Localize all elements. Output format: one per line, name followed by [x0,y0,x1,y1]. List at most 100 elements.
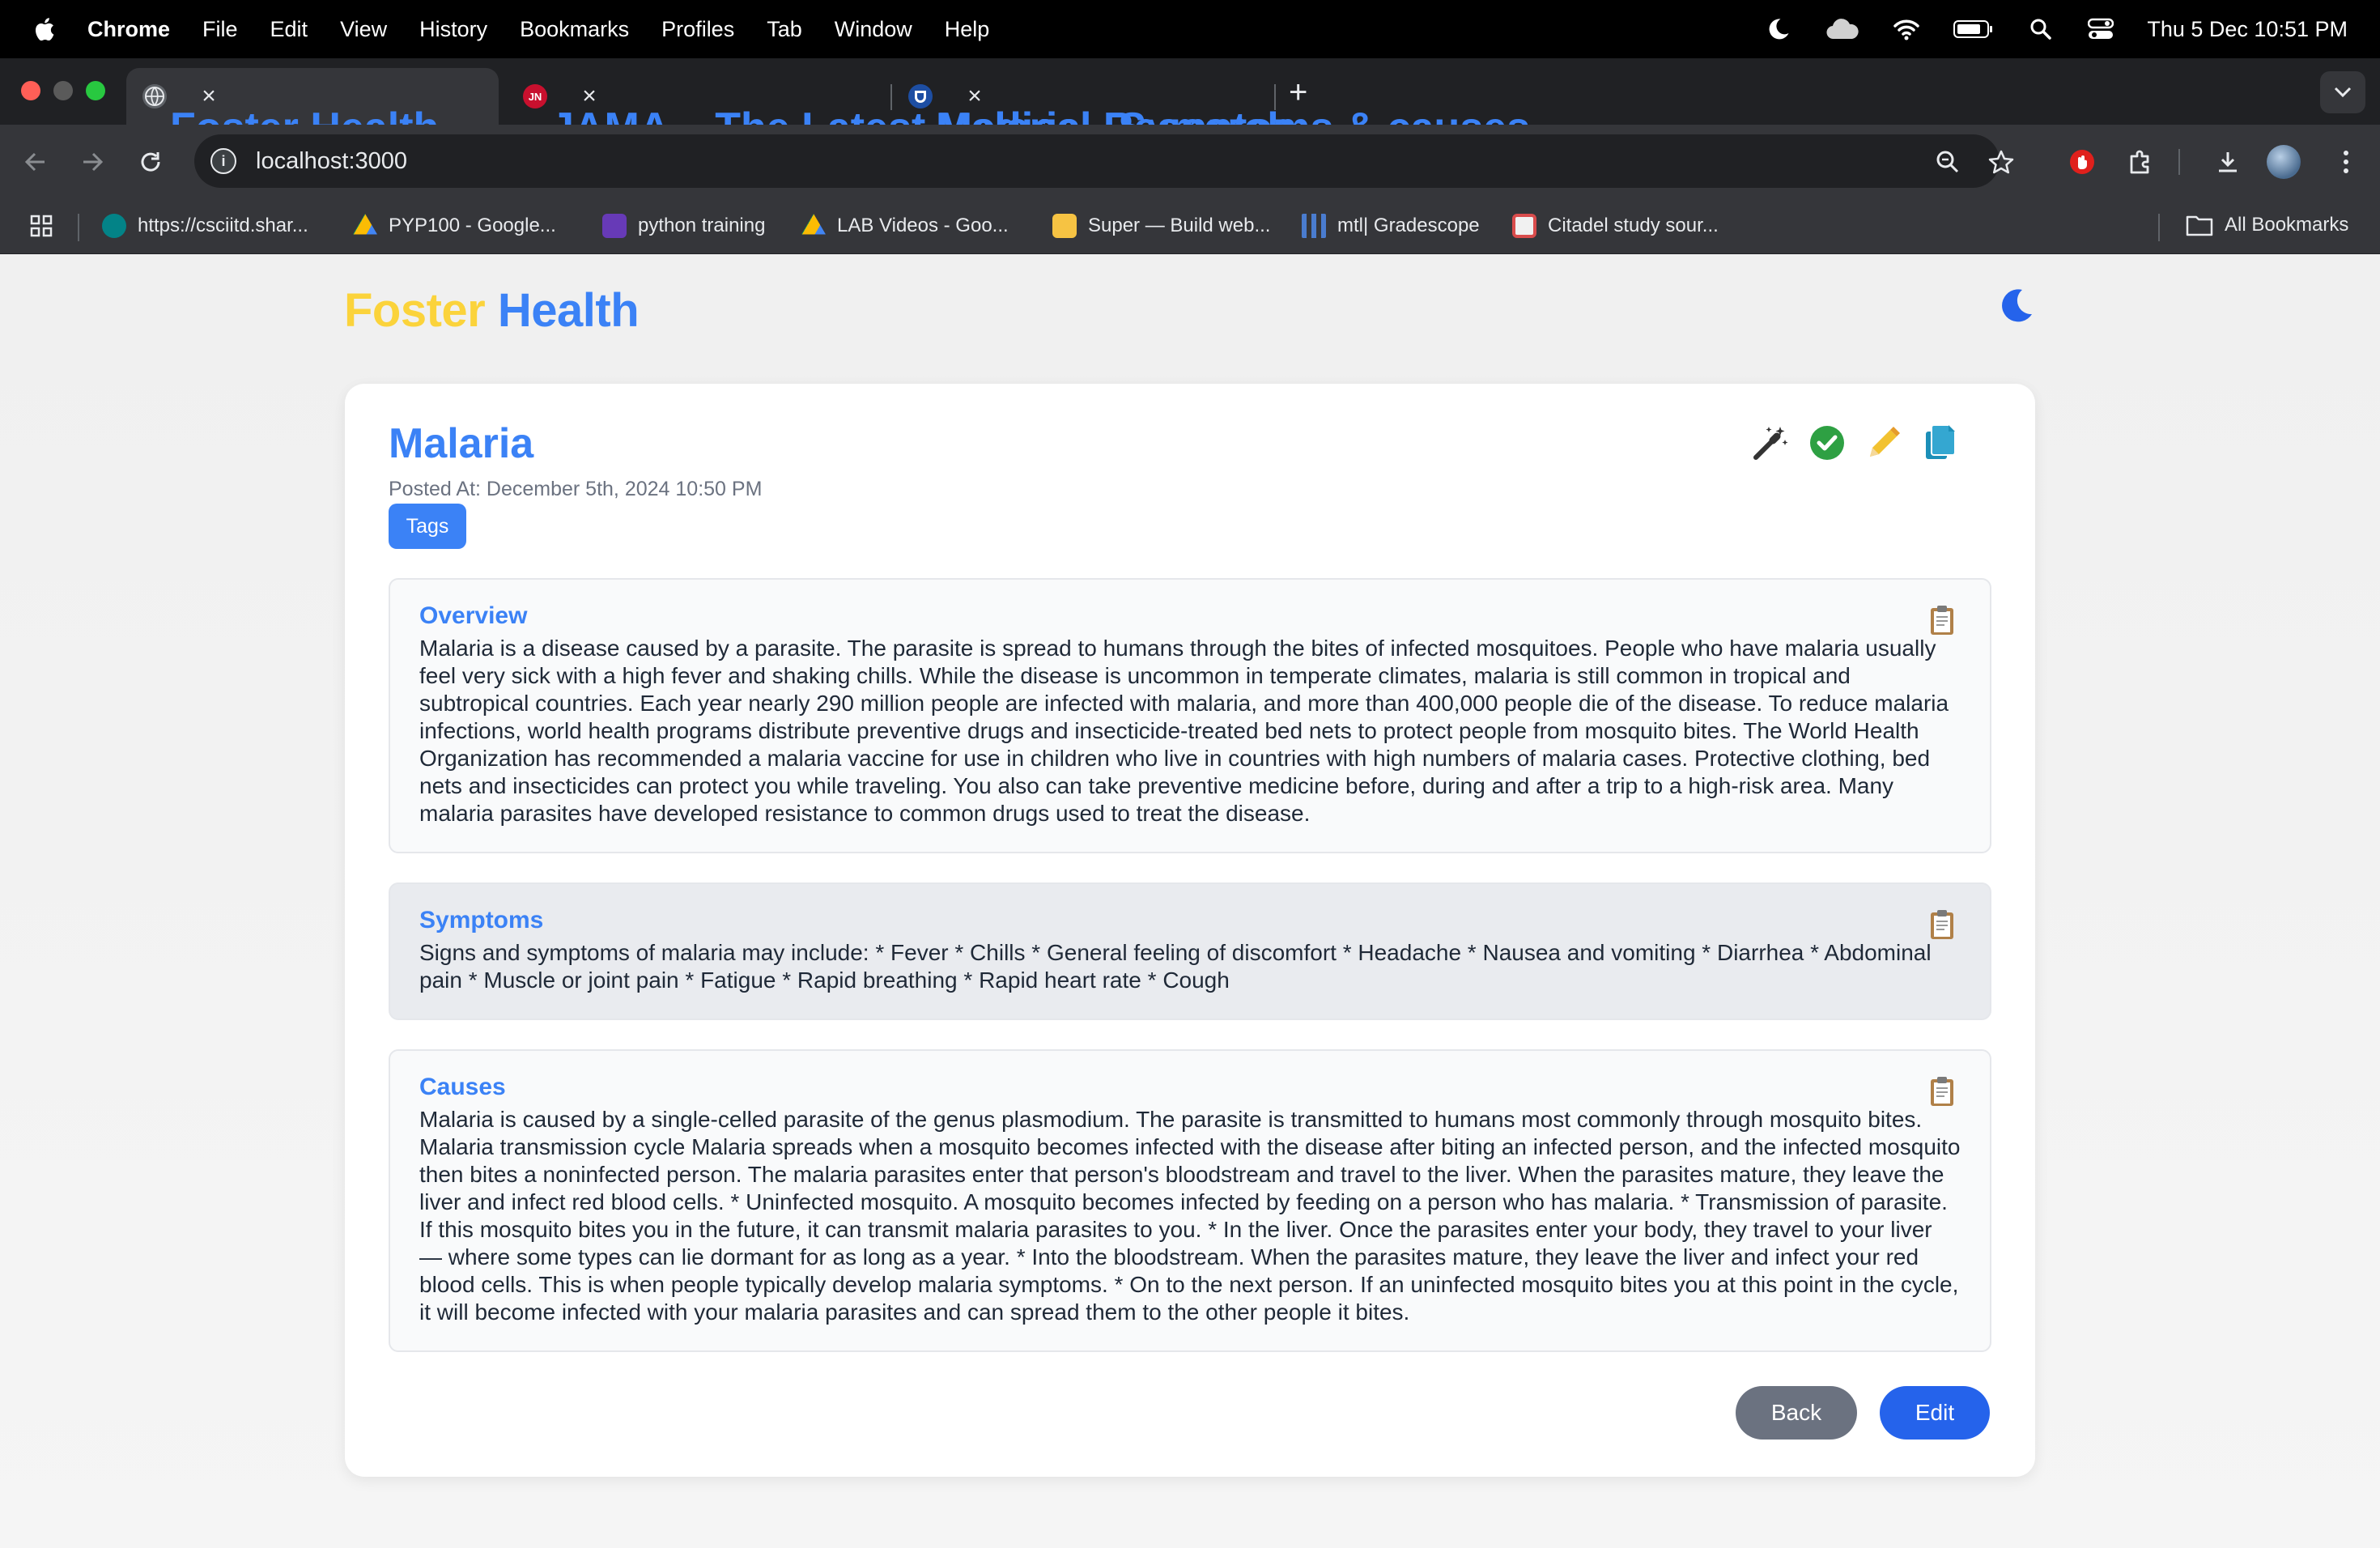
citadel-icon [1512,214,1536,238]
bookmark-csciitd[interactable]: https://csciitd.shar... [102,214,308,238]
tab-separator [1274,84,1276,110]
clipboard-icon[interactable] [1928,908,1956,941]
bookmark-gradescope[interactable]: mtl| Gradescope [1302,214,1480,238]
tab-strip: Foster Health × JN JAMA – The Latest Med… [0,58,2380,151]
menu-edit[interactable]: Edit [270,17,308,42]
tab-jama[interactable]: JN JAMA – The Latest Medical Research × [507,68,1293,151]
menu-help[interactable]: Help [945,17,990,42]
google-forms-icon [602,214,627,238]
edit-pencil-icon[interactable] [1864,423,1904,463]
google-drive-icon [801,214,826,235]
bookmark-python-training[interactable]: python training [602,214,765,238]
posted-at: Posted At: December 5th, 2024 10:50 PM [389,478,763,500]
section-heading: Overview [419,602,528,629]
control-center-icon[interactable] [2087,15,2114,43]
tab-search-chevron-icon[interactable] [2320,71,2365,113]
brand-logo[interactable]: Foster Health [344,283,640,338]
brand-first-word: Foster [344,284,486,337]
google-drive-icon [353,214,377,235]
menu-profiles[interactable]: Profiles [661,17,734,42]
mayo-clinic-favicon-icon [908,84,933,108]
web-page: Foster Health Malaria Posted At: Decembe… [0,254,2380,1548]
super-lightning-icon [1052,214,1077,238]
all-bookmarks[interactable]: All Bookmarks [2186,214,2348,236]
magic-wand-icon[interactable] [1750,423,1791,463]
extension-ad-blocker-icon[interactable] [2068,147,2097,176]
bookmark-label: python training [638,215,766,236]
post-title: Malaria [389,420,534,467]
apps-grid-icon[interactable] [29,214,53,238]
brand-second-word: Health [497,284,640,337]
bookmark-label: Super — Build web... [1088,215,1271,236]
bookmarks-bar: https://csciitd.shar... PYP100 - Google.… [0,199,2380,254]
sharepoint-icon [102,214,126,238]
verify-check-icon[interactable] [1807,423,1847,463]
download-icon[interactable] [2213,147,2242,176]
section-heading: Symptoms [419,907,544,933]
new-tab-plus-icon[interactable]: + [1289,76,1307,108]
apple-logo-icon[interactable] [32,15,55,43]
reload-icon[interactable] [136,147,165,176]
address-bar[interactable]: i localhost:3000 [194,134,2000,188]
bookmark-label: mtl| Gradescope [1337,215,1480,236]
bookmark-pyp100[interactable]: PYP100 - Google... [353,214,556,238]
tab-malaria-mayo[interactable]: Malaria - Symptoms & causes × [892,68,1530,151]
folder-icon [2186,215,2213,236]
bookmarks-separator [78,214,79,241]
bookmark-lab-videos[interactable]: LAB Videos - Goo... [801,214,1009,238]
back-arrow-icon[interactable] [21,147,50,176]
tags-button[interactable]: Tags [389,504,466,549]
window-close-button[interactable] [21,81,40,100]
edit-button[interactable]: Edit [1880,1386,1990,1440]
icloud-icon[interactable] [1825,15,1860,43]
zoom-magnifier-icon[interactable] [1933,147,1962,176]
chrome-menu-kebab-icon[interactable] [2331,147,2361,176]
toolbar-divider [2178,147,2181,176]
post-card: Malaria Posted At: December 5th, 2024 10… [345,384,2035,1477]
spotlight-search-icon[interactable] [2027,15,2055,43]
section-body: Malaria is a disease caused by a parasit… [419,636,1949,826]
section-body: Malaria is caused by a single-celled par… [419,1107,1961,1325]
address-url: localhost:3000 [256,147,408,174]
bookmark-label: PYP100 - Google... [389,215,556,236]
window-minimize-button[interactable] [53,81,73,100]
bookmark-citadel[interactable]: Citadel study sour... [1512,214,1719,238]
focus-moon-icon[interactable] [1765,15,1792,43]
bookmark-label: LAB Videos - Goo... [837,215,1009,236]
profile-avatar-icon[interactable] [2267,145,2301,179]
tab-foster-health[interactable]: Foster Health × [126,68,499,151]
copy-document-icon[interactable] [1920,423,1961,463]
section-heading: Causes [419,1074,506,1100]
menu-view[interactable]: View [340,17,387,42]
section-overview: Overview Malaria is a disease caused by … [389,578,1991,853]
bookmark-label: Citadel study sour... [1548,215,1719,236]
section-causes: Causes Malaria is caused by a single-cel… [389,1049,1991,1352]
clipboard-icon[interactable] [1928,1075,1956,1108]
globe-icon [142,84,167,108]
clipboard-icon[interactable] [1928,604,1956,636]
dark-mode-moon-icon[interactable] [1998,287,2035,324]
forward-arrow-icon[interactable] [78,147,107,176]
bookmark-super[interactable]: Super — Build web... [1052,214,1270,238]
menu-window[interactable]: Window [835,17,912,42]
site-info-icon[interactable]: i [210,148,236,174]
menu-history[interactable]: History [419,17,487,42]
menu-tab[interactable]: Tab [767,17,802,42]
menu-app-name[interactable]: Chrome [87,17,170,42]
gradescope-bars-icon [1302,214,1326,238]
bookmarks-separator [2158,214,2160,241]
menu-bookmarks[interactable]: Bookmarks [520,17,629,42]
macos-menu-bar: Chrome File Edit View History Bookmarks … [0,0,2380,58]
back-button[interactable]: Back [1736,1386,1857,1440]
wifi-icon[interactable] [1893,15,1920,43]
bookmark-star-icon[interactable] [1987,147,2016,176]
jama-favicon-icon: JN [523,84,547,108]
window-zoom-button[interactable] [86,81,105,100]
battery-icon[interactable] [1953,15,1995,43]
menu-bar-clock[interactable]: Thu 5 Dec 10:51 PM [2147,17,2348,42]
section-body: Signs and symptoms of malaria may includ… [419,940,1932,993]
all-bookmarks-label: All Bookmarks [2225,214,2349,236]
menu-file[interactable]: File [202,17,238,42]
extensions-puzzle-icon[interactable] [2126,147,2155,176]
browser-toolbar: i localhost:3000 [0,125,2380,199]
